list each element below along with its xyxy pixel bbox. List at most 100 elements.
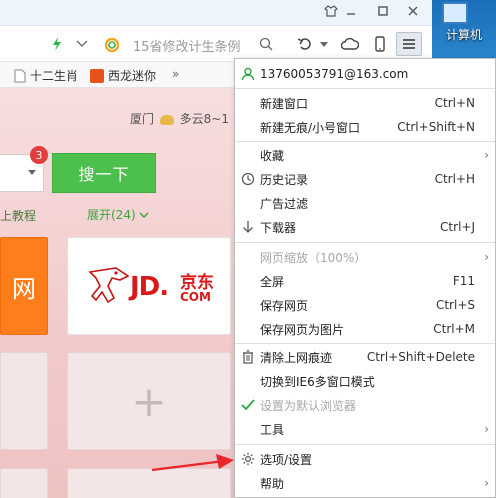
plus-icon: + — [131, 376, 167, 426]
computer-icon[interactable] — [442, 2, 468, 24]
chevron-right-icon: › — [484, 250, 489, 264]
menu-item-shortcut: Ctrl+H — [434, 172, 475, 186]
menu-separator — [235, 88, 495, 89]
site-tile[interactable]: 网 — [0, 237, 48, 335]
menu-item-label: 广告过滤 — [260, 196, 309, 211]
menu-item-downloads[interactable]: 下载器 Ctrl+J — [235, 215, 495, 239]
menu-item-label: 新建无痕/小号窗口 — [260, 120, 361, 135]
site-tile-jd[interactable]: JD. 京东 COM — [67, 237, 231, 335]
address-bar: 15省修改计生条例 — [0, 26, 432, 62]
trash-icon — [241, 350, 255, 364]
menu-item-new-incognito[interactable]: 新建无痕/小号窗口 Ctrl+Shift+N — [235, 115, 495, 139]
menu-item-label: 历史记录 — [260, 172, 309, 187]
weather-city: 厦门 — [130, 112, 155, 126]
menu-icon[interactable] — [396, 32, 422, 56]
menu-item-label: 全屏 — [260, 274, 285, 289]
search-engine-icon[interactable] — [103, 36, 121, 54]
bookmark-item[interactable]: 十二生肖 — [14, 67, 78, 84]
menu-item-shortcut: Ctrl+Shift+Delete — [366, 350, 475, 364]
red-arrow-annotation — [151, 454, 234, 472]
account-email: 13760053791@163.com — [260, 67, 409, 81]
cloud-icon[interactable] — [340, 35, 360, 53]
desktop-area: 计算机 — [432, 0, 496, 60]
tile-label: 网 — [12, 274, 36, 303]
clock-icon — [241, 172, 255, 186]
menu-separator — [235, 242, 495, 243]
menu-item-shortcut: Ctrl+M — [433, 322, 475, 336]
menu-item-label: 清除上网痕迹 — [260, 350, 333, 365]
desktop-icon-label: 计算机 — [445, 28, 482, 42]
menu-item-new-window[interactable]: 新建窗口 Ctrl+N — [235, 91, 495, 115]
main-menu: 13760053791@163.com 新建窗口 Ctrl+N 新建无痕/小号窗… — [234, 58, 496, 498]
bookmark-label: 十二生肖 — [30, 69, 79, 83]
menu-separator — [235, 444, 495, 445]
menu-item-set-default[interactable]: 设置为默认浏览器 — [235, 393, 495, 417]
chevron-right-icon: › — [484, 422, 489, 436]
tutorial-link[interactable]: 上教程 — [0, 207, 36, 224]
undo-icon[interactable] — [296, 35, 314, 53]
menu-item-save-as-image[interactable]: 保存网页为图片 Ctrl+M — [235, 317, 495, 341]
menu-item-label: 选项/设置 — [260, 452, 313, 467]
jd-logo-com: COM — [180, 290, 211, 304]
site-tile-empty[interactable] — [0, 352, 48, 450]
menu-item-label: 保存网页为图片 — [260, 322, 345, 337]
menu-item-clear-traces[interactable]: 清除上网痕迹 Ctrl+Shift+Delete — [235, 345, 495, 369]
menu-item-save-page[interactable]: 保存网页 Ctrl+S — [235, 293, 495, 317]
bookmark-label: 西龙迷你 — [108, 69, 157, 83]
menu-item-label: 保存网页 — [260, 298, 309, 313]
user-icon — [241, 67, 255, 81]
search-icon[interactable] — [258, 36, 274, 52]
address-input[interactable]: 15省修改计生条例 — [133, 36, 241, 55]
menu-account[interactable]: 13760053791@163.com — [235, 62, 495, 86]
search-dropdown-icon[interactable] — [28, 170, 36, 175]
menu-item-ie6-mode[interactable]: 切换到IE6多窗口模式 — [235, 369, 495, 393]
menu-item-label: 收藏 — [260, 148, 285, 163]
menu-item-ad-filter[interactable]: 广告过滤 — [235, 191, 495, 215]
menu-item-shortcut: Ctrl+N — [434, 96, 475, 110]
expand-link[interactable]: 展开(24) — [87, 206, 149, 223]
menu-item-tools[interactable]: 工具 › — [235, 417, 495, 441]
restore-icon[interactable] — [370, 0, 396, 22]
menu-item-label: 帮助 — [260, 476, 285, 491]
site-tile-empty[interactable] — [0, 468, 48, 498]
menu-item-shortcut: Ctrl+Shift+N — [397, 120, 475, 134]
menu-item-label: 下载器 — [260, 220, 297, 235]
cloud-sun-icon — [159, 114, 174, 125]
menu-item-label: 网页缩放（100%） — [260, 250, 367, 265]
weather-widget[interactable]: 厦门 多云8~1 — [130, 110, 229, 127]
jd-logo-text: JD. — [130, 272, 169, 302]
page-icon — [14, 69, 26, 82]
menu-item-shortcut: Ctrl+J — [440, 220, 475, 234]
title-bar — [0, 0, 432, 26]
lightning-icon[interactable] — [50, 36, 64, 52]
add-site-button[interactable]: + — [67, 352, 231, 450]
expand-label: 展开(24) — [87, 208, 136, 222]
chevron-down-icon — [139, 212, 149, 218]
mobile-icon[interactable] — [372, 35, 388, 53]
menu-separator — [235, 343, 495, 344]
close-icon[interactable] — [400, 0, 426, 22]
menu-item-shortcut: Ctrl+S — [435, 298, 475, 312]
gear-icon — [241, 452, 255, 466]
undo-dropdown-icon[interactable] — [319, 40, 329, 48]
bookmarks-more-button[interactable]: » — [172, 67, 179, 81]
baidu-watermark: Bai百度 — [384, 454, 453, 475]
menu-item-history[interactable]: 历史记录 Ctrl+H — [235, 167, 495, 191]
search-button[interactable]: 搜一下 — [52, 153, 156, 193]
menu-item-label: 切换到IE6多窗口模式 — [260, 374, 375, 389]
chevron-down-icon[interactable] — [74, 36, 90, 52]
minimize-icon[interactable] — [338, 0, 364, 22]
menu-item-fullscreen[interactable]: 全屏 F11 — [235, 269, 495, 293]
menu-item-label: 工具 — [260, 422, 285, 437]
menu-item-favorites[interactable]: 收藏 › — [235, 143, 495, 167]
menu-item-zoom[interactable]: 网页缩放（100%） › — [235, 245, 495, 269]
chevron-right-icon: › — [484, 476, 489, 490]
notification-badge: 3 — [30, 146, 48, 164]
bookmark-item[interactable]: 西龙迷你 — [90, 67, 156, 84]
chevron-right-icon: › — [484, 148, 489, 162]
checkmark-icon — [241, 398, 255, 412]
menu-item-label: 设置为默认浏览器 — [260, 398, 357, 413]
download-arrow-icon — [241, 220, 255, 234]
menu-item-label: 新建窗口 — [260, 96, 309, 111]
menu-separator — [235, 141, 495, 142]
